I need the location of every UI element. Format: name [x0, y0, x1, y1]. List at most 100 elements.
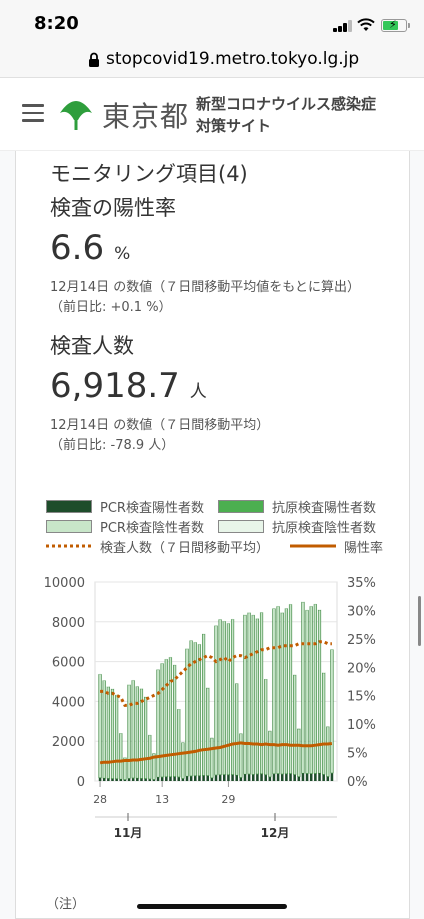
bar-segment [107, 778, 110, 781]
bar-segment [185, 776, 189, 781]
y-left-tick-label: 8000 [52, 616, 85, 631]
bar-segment [256, 774, 259, 781]
positive-rate-date-note: 12月14日 の数値（７日間移動平均値をもとに算出） [50, 280, 360, 295]
bar-segment [214, 625, 218, 626]
bar-segment [119, 733, 123, 780]
bar-segment [189, 776, 193, 781]
bar-segment [268, 777, 272, 781]
month-label: 12月 [261, 826, 290, 840]
bar-segment [214, 625, 218, 776]
scroll-indicator[interactable] [418, 596, 421, 646]
bar-segment [135, 686, 139, 779]
bar-segment [231, 618, 234, 620]
bar-segment [230, 619, 235, 775]
bar-segment [272, 608, 276, 609]
bar-segment [297, 776, 301, 781]
site-title[interactable]: 新型コロナウイルス感染症 対策サイト [196, 93, 376, 137]
bar-segment [214, 775, 218, 781]
bar-segment [140, 778, 143, 781]
bar-segment [181, 742, 185, 779]
bar-segment [107, 686, 110, 687]
bar-segment [309, 605, 313, 607]
bar-segment [247, 612, 251, 775]
legend-label: 抗原検査陽性者数 [272, 501, 377, 516]
bar-segment [156, 777, 160, 781]
legend-line-swatch [290, 544, 336, 548]
bar-segment [194, 641, 197, 643]
bar-segment [285, 774, 288, 781]
bar-segment [235, 683, 239, 776]
bar-segment [326, 726, 330, 777]
bar-segment [317, 609, 322, 774]
y-left-tick-label: 4000 [52, 695, 85, 710]
legend-swatch [218, 500, 264, 513]
bar-segment [251, 614, 255, 775]
bar-segment [272, 608, 276, 775]
address-bar[interactable]: stopcovid19.metro.tokyo.lg.jp [0, 44, 424, 78]
legend-swatch [218, 520, 264, 533]
bar-segment [177, 709, 181, 778]
bar-segment [243, 774, 247, 781]
bar-segment [256, 618, 259, 619]
footnote: （注） [46, 897, 86, 912]
bar-segment [289, 603, 292, 605]
bar-segment [268, 730, 272, 778]
bar-segment [305, 609, 309, 611]
bar-segment [231, 774, 234, 781]
bar-segment [235, 775, 238, 781]
bar-segment [309, 773, 313, 781]
bar-segment [206, 687, 210, 776]
bar-segment [168, 657, 173, 778]
bar-segment [165, 777, 168, 781]
tokyo-logo-text[interactable]: 東京都 [102, 95, 189, 135]
bar-segment [259, 612, 264, 775]
test-count-value: 6,918.7 人 [50, 366, 207, 406]
home-indicator[interactable] [137, 904, 287, 909]
bar-segment [218, 619, 222, 776]
url-text[interactable]: stopcovid19.metro.tokyo.lg.jp [106, 49, 359, 69]
x-tick-label: 13 [155, 793, 169, 806]
card-title: モニタリング項目(4) [50, 162, 248, 186]
bar-segment [260, 612, 263, 613]
bar-segment [264, 679, 268, 776]
bar-segment [227, 775, 230, 781]
bar-segment [276, 605, 280, 607]
bar-segment [313, 603, 317, 774]
bar-segment [110, 688, 115, 779]
y-left-tick-label: 6000 [52, 656, 85, 671]
bar-segment [202, 775, 205, 781]
menu-icon[interactable] [22, 104, 44, 122]
bar-segment [173, 664, 177, 777]
bar-segment [322, 774, 325, 781]
y-right-tick-label: 0% [347, 775, 368, 790]
bar-segment [222, 621, 226, 775]
bar-segment [144, 778, 147, 781]
bar-segment [280, 612, 284, 613]
bar-segment [131, 778, 135, 781]
bar-segment [131, 679, 135, 681]
bar-segment [173, 776, 176, 781]
bar-segment [144, 696, 147, 698]
bar-segment [330, 649, 334, 774]
bar-segment [152, 779, 156, 781]
bar-segment [164, 659, 168, 778]
bar-segment [218, 775, 222, 781]
y-right-tick-label: 5% [347, 747, 368, 762]
bar-segment [243, 614, 247, 616]
bar-segment [305, 609, 309, 774]
legend-label: 抗原検査陰性者数 [272, 521, 377, 536]
lock-icon [89, 52, 99, 67]
site-title-line1: 新型コロナウイルス感染症 [196, 95, 377, 113]
legend-label: 検査人数（７日間移動平均） [100, 541, 270, 556]
bar-segment [156, 669, 160, 670]
bar-segment [243, 614, 247, 775]
bar-segment [289, 773, 292, 781]
bar-segment [127, 778, 131, 781]
bar-segment [136, 778, 139, 781]
bar-segment [309, 606, 313, 774]
bar-segment [140, 688, 143, 689]
bar-segment [210, 778, 214, 781]
bar-segment [305, 773, 309, 781]
legend-swatch [46, 520, 92, 533]
tokyo-ginkgo-logo-icon[interactable] [58, 97, 94, 133]
